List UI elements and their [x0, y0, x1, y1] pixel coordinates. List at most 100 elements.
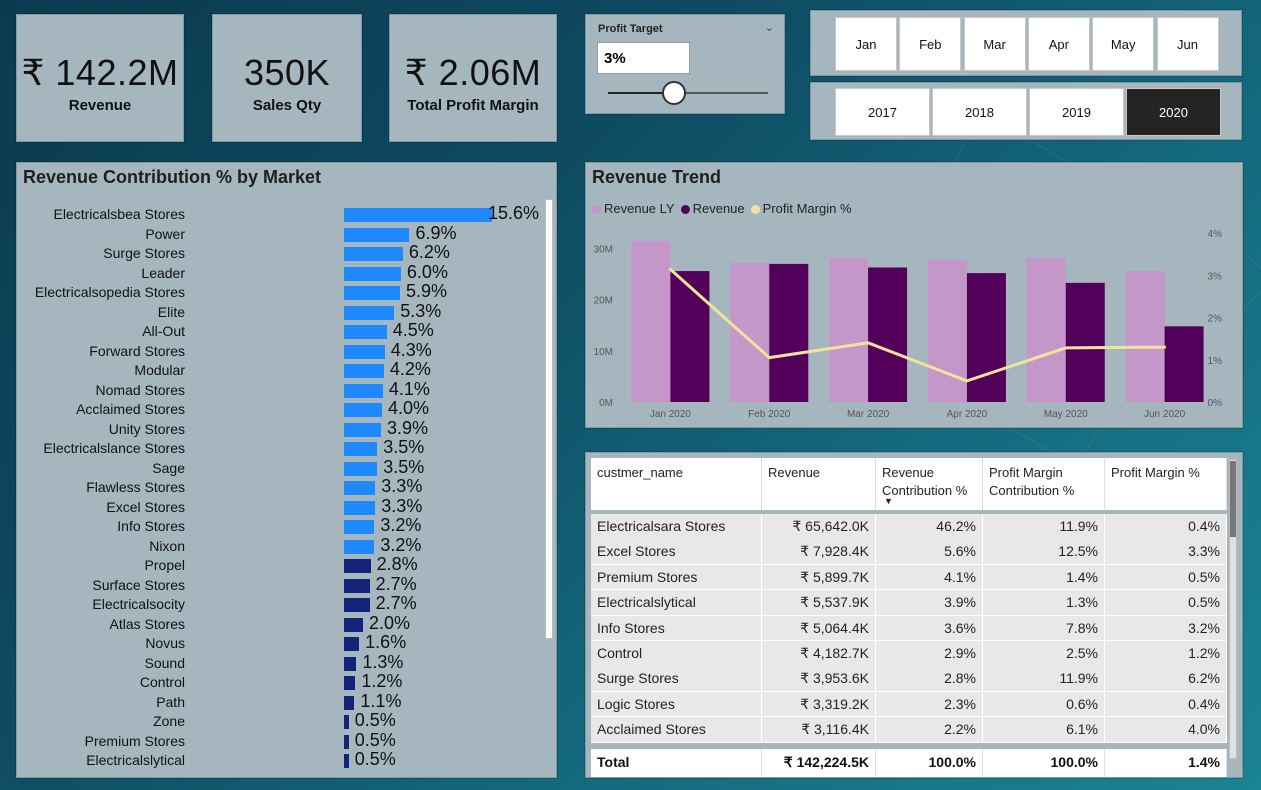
market-bar[interactable] [344, 305, 395, 320]
market-bar[interactable] [344, 383, 383, 398]
market-bar-row[interactable]: Electricalsbea Stores 15.6% [17, 203, 547, 224]
market-bar[interactable] [344, 676, 356, 690]
market-bar[interactable] [344, 656, 357, 671]
profit-target-input[interactable] [597, 42, 690, 74]
market-bar-row[interactable]: Flawless Stores 3.3% [17, 476, 547, 497]
x-axis-tick-label: May 2020 [1044, 409, 1088, 420]
kpi-sales-qty-value: 350K [243, 52, 331, 93]
market-bar[interactable] [344, 598, 370, 612]
market-bar-row[interactable]: Premium Stores 0.5% [17, 729, 547, 751]
market-bar-row[interactable]: Electricalslytical 0.5% [17, 749, 547, 770]
table-scrollbar-thumb[interactable] [1230, 461, 1236, 537]
month-button-apr[interactable]: Apr [1027, 17, 1090, 71]
market-bar-row[interactable]: Atlas Stores 2.0% [17, 612, 547, 634]
market-name: Elite [157, 303, 185, 320]
table-cell: 0.5% [1105, 564, 1227, 591]
table-cell: 1.4% [983, 564, 1105, 591]
month-button-feb[interactable]: Feb [899, 17, 962, 71]
market-bar-row[interactable]: Surge Stores 6.2% [17, 242, 547, 263]
market-bar-row[interactable]: Electricalsopedia Stores 5.9% [17, 281, 547, 302]
market-bar-row[interactable]: Elite 5.3% [17, 301, 547, 322]
market-bar[interactable] [344, 754, 349, 768]
market-name: Excel Stores [106, 498, 185, 515]
market-bar[interactable] [344, 208, 492, 222]
market-bar-row[interactable]: Surface Stores 2.7% [17, 574, 547, 595]
market-bar[interactable] [344, 325, 387, 339]
market-bar-row[interactable]: Unity Stores 3.9% [17, 418, 547, 439]
market-bar[interactable] [344, 520, 375, 534]
market-bar-row[interactable]: Nomad Stores 4.1% [17, 379, 547, 400]
market-bar-value: 2.0% [368, 612, 410, 633]
market-bar[interactable] [344, 403, 382, 417]
market-bar[interactable] [344, 286, 400, 300]
market-bar-row[interactable]: Forward Stores 4.3% [17, 340, 547, 361]
market-bar-row[interactable]: Modular 4.2% [17, 359, 547, 380]
market-bar-row[interactable]: Path 1.1% [17, 691, 547, 712]
sort-desc-icon[interactable]: ▼ [884, 492, 893, 510]
market-bar-row[interactable]: Power 6.9% [17, 223, 547, 244]
market-bar[interactable] [344, 422, 381, 437]
market-bar-row[interactable]: Acclaimed Stores 4.0% [17, 398, 547, 419]
year-button-2018[interactable]: 2018 [932, 88, 1027, 136]
year-button-2017[interactable]: 2017 [835, 88, 930, 136]
kpi-sales-qty-card: 350K Sales Qty [212, 14, 362, 142]
market-bar-row[interactable]: Propel 2.8% [17, 554, 547, 575]
chevron-down-icon[interactable]: ⌄ [765, 21, 774, 34]
y2-axis-tick-label: 2% [1208, 314, 1223, 325]
market-name: Info Stores [117, 518, 185, 534]
market-bar-row[interactable]: Sage 3.5% [17, 457, 547, 478]
profit-target-slider-handle[interactable] [661, 81, 686, 105]
market-bar[interactable] [344, 461, 378, 476]
market-bar-row[interactable]: Control 1.2% [17, 671, 547, 692]
market-bar[interactable] [344, 442, 378, 456]
market-bar-value: 5.9% [405, 281, 447, 301]
table-header-2[interactable]: Revenue Contribution % ▼ [876, 458, 983, 510]
market-name: Leader [141, 264, 185, 281]
market-bar-row[interactable]: Electricalsocity 2.7% [17, 593, 547, 614]
table-cell: 1.3% [983, 590, 1105, 616]
table-cell: ₹ 65,642.0K [762, 514, 876, 540]
market-bar[interactable] [344, 559, 371, 573]
month-button-mar[interactable]: Mar [963, 17, 1026, 71]
market-bar[interactable] [344, 695, 355, 710]
month-button-may[interactable]: May [1092, 17, 1155, 71]
market-bar-row[interactable]: Zone 0.5% [17, 710, 547, 731]
year-button-2020[interactable]: 2020 [1126, 88, 1221, 136]
market-bar[interactable] [344, 617, 363, 632]
market-bar-row[interactable]: Novus 1.6% [17, 632, 547, 653]
market-bar-row[interactable]: Sound 1.3% [17, 652, 547, 673]
market-bar-row[interactable]: Excel Stores 3.3% [17, 496, 547, 517]
table-header-0[interactable]: custmer_name [591, 458, 762, 510]
table-header-4[interactable]: Profit Margin % [1105, 458, 1227, 510]
year-button-2019[interactable]: 2019 [1029, 88, 1124, 136]
market-bar-row[interactable]: Nixon 3.2% [17, 535, 547, 556]
month-button-jan[interactable]: Jan [835, 17, 897, 71]
market-scrollbar[interactable] [545, 199, 553, 639]
market-bar[interactable] [344, 500, 376, 515]
market-bar[interactable] [344, 364, 384, 378]
market-bar-row[interactable]: Electricalslance Stores 3.5% [17, 437, 547, 458]
market-bar[interactable] [344, 637, 360, 651]
table-cell: 2.3% [876, 691, 983, 718]
market-bar[interactable] [344, 266, 401, 281]
market-bar[interactable] [344, 734, 349, 749]
market-bar-row[interactable]: Leader 6.0% [17, 262, 547, 283]
table-header-3[interactable]: Profit Margin Contribution % [983, 458, 1105, 510]
table-header-1[interactable]: Revenue [762, 458, 876, 510]
market-bar-value: 6.2% [408, 242, 450, 262]
market-bar-row[interactable]: Info Stores 3.2% [17, 515, 547, 536]
market-bar-value: 0.5% [354, 729, 396, 750]
market-bar[interactable] [344, 247, 403, 261]
month-button-jun[interactable]: Jun [1156, 17, 1219, 71]
market-bar-row[interactable]: All-Out 4.5% [17, 320, 547, 341]
market-bar[interactable] [344, 715, 349, 729]
market-bar[interactable] [344, 578, 370, 593]
market-bar[interactable] [344, 227, 410, 242]
table-cell: 4.1% [876, 564, 983, 591]
revenue-ly-bar [829, 257, 869, 402]
market-bar[interactable] [344, 539, 375, 554]
market-bar[interactable] [344, 481, 376, 495]
market-bar-value: 1.2% [361, 671, 403, 691]
market-bar[interactable] [344, 344, 385, 359]
x-axis-tick-label: Mar 2020 [847, 409, 890, 420]
